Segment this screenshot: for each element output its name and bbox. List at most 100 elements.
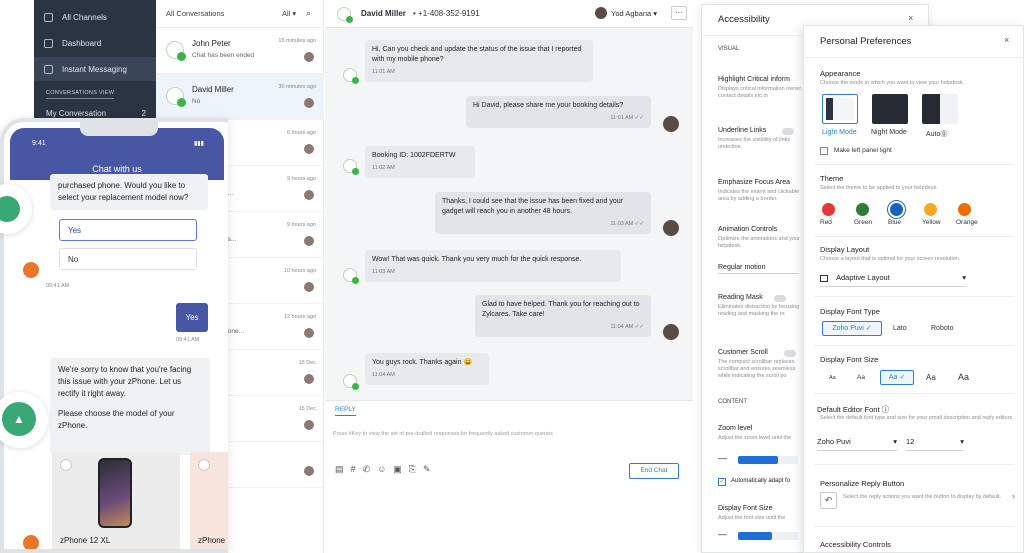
customer-scroll-desc: The compact scrollbar replaces scrollbar… <box>718 359 796 379</box>
message-incoming: Hi, Can you check and update the status … <box>365 40 593 82</box>
theme-swatch-orange[interactable] <box>958 203 971 216</box>
customer-scroll-toggle[interactable] <box>784 350 796 357</box>
reply-button-heading: Personalize Reply Button <box>820 479 905 488</box>
agent-avatar <box>304 466 314 476</box>
message-time: 09:41 AM <box>46 283 70 289</box>
zoom-slider-fill <box>738 456 778 464</box>
conversation-name: John Peter <box>192 39 231 48</box>
zoom-level-desc: Adjust the zoom level until the <box>718 435 792 441</box>
agent-avatar <box>304 98 314 108</box>
font-size-slider-fill <box>738 532 772 540</box>
nav-instant-messaging[interactable]: Instant Messaging <box>34 57 156 81</box>
option-yes-button[interactable]: Yes <box>59 219 197 241</box>
font-option-roboto[interactable]: Roboto <box>931 325 954 332</box>
font-size-option-m[interactable]: Aa ✓ <box>880 370 914 385</box>
agent-avatar <box>304 420 314 430</box>
message-time-row: 11:04 AM ✓✓ <box>610 324 644 330</box>
display-layout-desc: Choose a layout that is optimal for your… <box>820 256 961 262</box>
message-time: 11:04 AM <box>372 372 395 378</box>
option-no-button[interactable]: No <box>59 248 197 270</box>
auto-adapt-checkbox[interactable]: ✓ <box>718 478 726 486</box>
agent-avatar <box>663 220 679 236</box>
nav-dashboard[interactable]: Dashboard <box>34 31 156 55</box>
animation-controls-heading: Animation Controls <box>718 226 778 233</box>
conversation-name: David Miller <box>192 85 234 94</box>
auto-mode-option[interactable] <box>922 94 958 124</box>
font-size-option-xs[interactable]: Aa <box>829 375 836 381</box>
message-outgoing: Glad to have helped. Thank you for reach… <box>475 295 651 337</box>
agent-select[interactable]: Yod Agbaria ▾ <box>611 9 657 18</box>
my-conversation-count: 2 <box>141 108 146 118</box>
model-name: zPhone 12 XL <box>60 536 111 545</box>
reply-tab[interactable]: REPLY <box>335 406 356 416</box>
end-chat-button[interactable]: End Chat <box>629 463 679 479</box>
night-mode-label: Night Mode <box>871 129 907 136</box>
hashtag-icon[interactable]: # <box>351 464 363 474</box>
search-icon[interactable]: ⌕ <box>306 8 311 19</box>
underline-links-toggle[interactable] <box>782 128 794 135</box>
layout-icon <box>820 274 828 282</box>
message-text: Thanks, I could see that the issue has b… <box>442 198 623 215</box>
model-card-zphone-12[interactable]: zPhone 12 XL <box>52 452 180 549</box>
close-icon[interactable]: × <box>1004 35 1009 45</box>
animation-select[interactable]: Regular motion <box>718 264 798 274</box>
nav-instant-messaging-label: Instant Messaging <box>62 64 127 74</box>
agent-avatar <box>304 282 314 292</box>
conversations-view-heading: CONVERSATIONS VIEW <box>46 90 115 99</box>
select-radio[interactable] <box>60 459 72 471</box>
mobile-chat-widget: 9:41 ▮▮▮ Chat with us purchased phone. W… <box>0 118 228 553</box>
font-decrease-button[interactable]: — <box>718 529 727 539</box>
font-size-option-xl[interactable]: Aa <box>958 372 969 382</box>
image-icon: ▲ <box>2 402 36 436</box>
whatsapp-icon[interactable]: ✆ <box>363 464 378 474</box>
signal-icon: ▮▮▮ <box>194 141 204 147</box>
filter-dropdown[interactable]: All ▾ <box>282 9 296 18</box>
zoom-slider[interactable] <box>738 456 798 464</box>
zoom-decrease-button[interactable]: — <box>718 453 727 463</box>
template-icon[interactable]: ▤ <box>335 464 351 474</box>
close-icon[interactable]: × <box>908 13 913 23</box>
reading-mask-toggle[interactable] <box>774 295 786 302</box>
font-size-option-s[interactable]: Aa <box>857 374 865 381</box>
message-time-row: 11:03 AM ✓✓ <box>610 221 644 227</box>
reply-input[interactable]: Press #Key to view the set of pre-drafte… <box>333 431 553 437</box>
focus-area-desc: Indicates the extent and clickable area … <box>718 189 800 202</box>
font-option-lato[interactable]: Lato <box>893 325 907 332</box>
theme-swatch-green[interactable] <box>856 203 869 216</box>
nav-all-channels[interactable]: All Channels <box>34 5 156 29</box>
conversation-time: 9 hours ago <box>286 222 316 228</box>
model-card-zphone-13[interactable]: zPhone 13 XL <box>190 452 228 549</box>
select-radio[interactable] <box>198 459 210 471</box>
more-options-icon[interactable]: ··· <box>671 6 687 20</box>
theme-swatch-red[interactable] <box>822 203 835 216</box>
message-time: 11:01 AM <box>610 115 634 121</box>
chat-bubble-icon <box>0 196 20 222</box>
image-icon[interactable]: ▣ <box>393 464 409 474</box>
left-panel-checkbox[interactable] <box>820 147 828 155</box>
personal-preferences-panel: Personal Preferences × Appearance Choose… <box>803 25 1024 553</box>
editor-size-select[interactable]: 12 ▾ <box>906 437 964 451</box>
message-incoming: You guys rock. Thanks again 😄 11:04 AM <box>365 353 489 385</box>
conversation-time: 30 minutes ago <box>278 84 316 90</box>
font-option-zoho-puvi[interactable]: Zoho Puvi ✓ <box>822 321 882 336</box>
agent-avatar <box>304 144 314 154</box>
theme-swatch-yellow[interactable] <box>924 203 937 216</box>
font-size-option-l[interactable]: Aa <box>926 373 936 382</box>
layout-select[interactable]: Adaptive Layout ▾ <box>820 273 966 287</box>
light-mode-option[interactable] <box>822 94 858 124</box>
attach-icon[interactable]: ⎘ <box>409 464 423 474</box>
emoji-icon[interactable]: ☺ <box>377 464 393 474</box>
theme-swatch-blue[interactable] <box>890 203 903 216</box>
model-name: zPhone 13 XL <box>198 536 228 545</box>
editor-font-select[interactable]: Zoho Puvi ▾ <box>817 437 897 451</box>
paperclip-icon[interactable]: ✎ <box>423 464 438 474</box>
night-mode-option[interactable] <box>872 94 908 124</box>
theme-label: Yellow <box>922 219 941 226</box>
conversation-row[interactable]: David Miller No 30 minutes ago <box>156 74 324 120</box>
reading-mask-desc: Eliminates distraction by focusing readi… <box>718 304 800 317</box>
font-size-slider[interactable] <box>738 532 798 540</box>
conversation-row[interactable]: John Peter Chat has been ended 15 minute… <box>156 28 324 74</box>
customer-scroll-heading: Customer Scroll <box>718 349 768 356</box>
messaging-icon <box>44 64 53 74</box>
chevron-right-icon[interactable]: › <box>1012 491 1015 501</box>
